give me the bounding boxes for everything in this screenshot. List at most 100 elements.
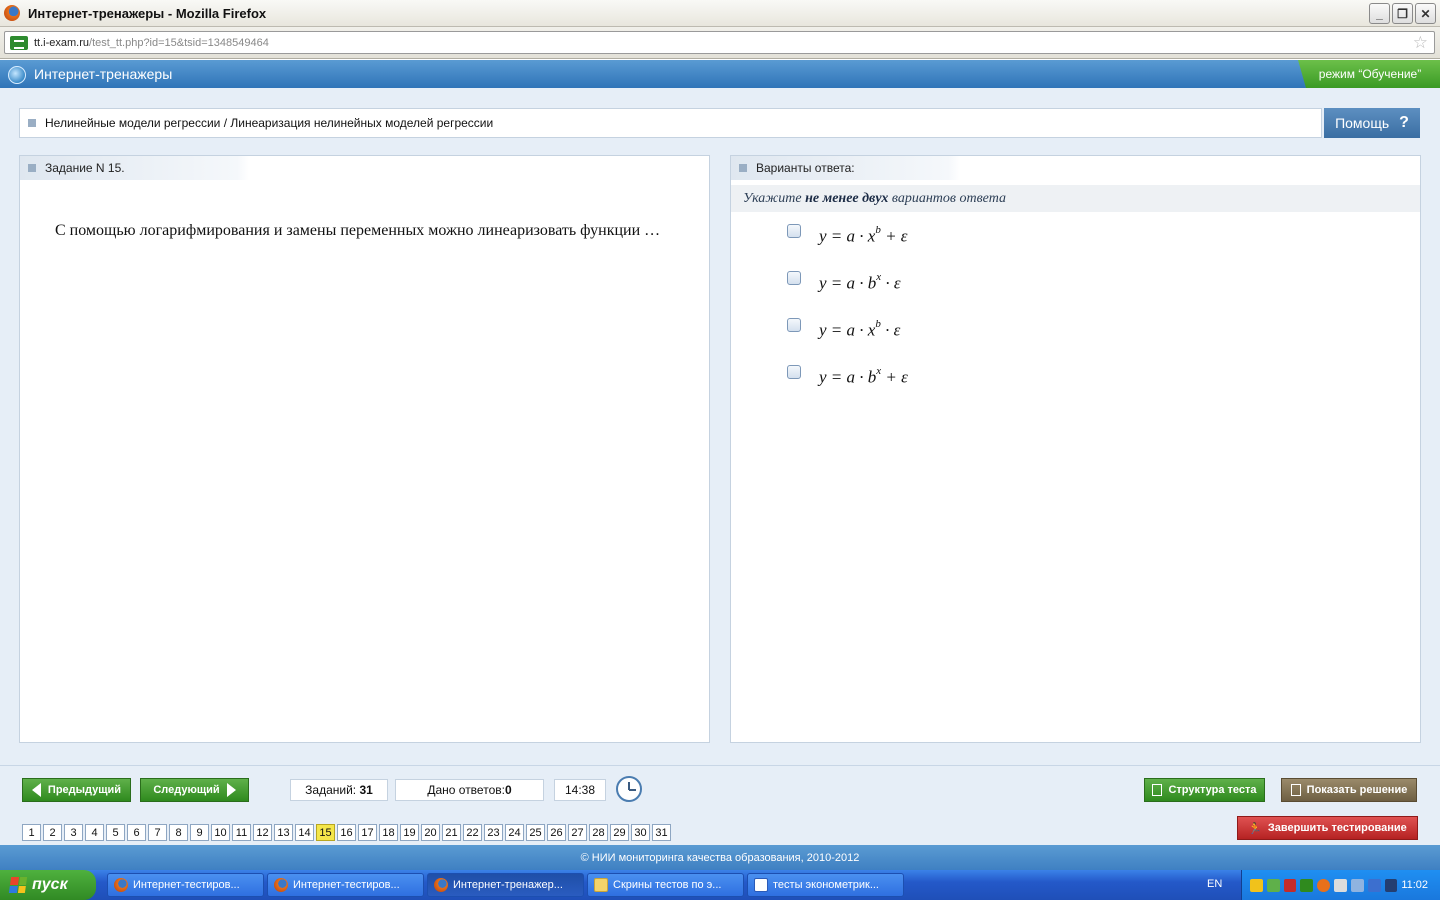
bullet-square-icon (28, 164, 36, 172)
page-button[interactable]: 18 (379, 824, 398, 841)
task-panel-header: Задание N 15. (20, 156, 415, 180)
clock-icon (616, 776, 642, 802)
page-button[interactable]: 5 (106, 824, 125, 841)
page-button[interactable]: 4 (85, 824, 104, 841)
window-titlebar: Интернет-тренажеры - Mozilla Firefox _ ❐… (0, 0, 1440, 27)
page-button[interactable]: 20 (421, 824, 440, 841)
previous-button[interactable]: Предыдущий (22, 778, 131, 802)
bullet-square-icon (739, 164, 747, 172)
page-button[interactable]: 24 (505, 824, 524, 841)
topic-text: Нелинейные модели регрессии / Линеаризац… (45, 116, 494, 130)
tray-network-icon[interactable] (1266, 878, 1280, 892)
answer-formula: y = a · xb · ε (819, 318, 901, 340)
answer-option[interactable]: y = a · bx · ε (787, 271, 901, 294)
answers-header: Варианты ответа: (756, 161, 855, 175)
window-controls: _ ❐ ✕ (1369, 3, 1436, 24)
maximize-button[interactable]: ❐ (1392, 3, 1413, 24)
page-button[interactable]: 9 (190, 824, 209, 841)
tray-volume-icon[interactable] (1334, 878, 1347, 892)
page-button[interactable]: 25 (526, 824, 545, 841)
bookmark-star-icon[interactable]: ☆ (1413, 33, 1428, 53)
page-button[interactable]: 14 (295, 824, 314, 841)
globe-logo-icon (8, 66, 26, 84)
page-button[interactable]: 1 (22, 824, 41, 841)
show-solution-button[interactable]: Показать решение (1281, 778, 1417, 802)
page-button[interactable]: 7 (148, 824, 167, 841)
test-structure-button[interactable]: Структура теста (1144, 778, 1265, 802)
page-button[interactable]: 2 (43, 824, 62, 841)
windows-logo-icon (8, 877, 28, 893)
folder-icon (594, 878, 608, 892)
page-button[interactable]: 29 (610, 824, 629, 841)
page-button[interactable]: 23 (484, 824, 503, 841)
firefox-icon (434, 878, 448, 892)
page-button[interactable]: 30 (631, 824, 650, 841)
page-button[interactable]: 8 (169, 824, 188, 841)
footer-copyright: © НИИ мониторинга качества образования, … (0, 845, 1440, 870)
answer-formula: y = a · bx + ε (819, 365, 908, 387)
answer-formula: y = a · bx · ε (819, 271, 901, 293)
answer-checkbox[interactable] (787, 365, 801, 380)
page-button[interactable]: 17 (358, 824, 377, 841)
minimize-button[interactable]: _ (1369, 3, 1390, 24)
word-icon (754, 878, 768, 892)
tray-display-icon[interactable] (1384, 878, 1398, 892)
url-text[interactable]: tt.i-exam.ru/test_tt.php?id=15&tsid=1348… (34, 37, 269, 49)
task-number: Задание N 15. (45, 161, 125, 175)
page-button[interactable]: 6 (127, 824, 146, 841)
topic-breadcrumb: Нелинейные модели регрессии / Линеаризац… (19, 108, 1322, 138)
answer-option[interactable]: y = a · xb · ε (787, 318, 901, 341)
page-button[interactable]: 13 (274, 824, 293, 841)
page-button[interactable]: 11 (232, 824, 251, 841)
page-button[interactable]: 26 (547, 824, 566, 841)
tray-green-icon[interactable] (1300, 878, 1314, 892)
question-pager: 1 2 3 4 5 6 7 8 9 10 11 12 13 14 15 16 1… (22, 824, 671, 841)
answer-checkbox[interactable] (787, 271, 801, 286)
close-window-button[interactable]: ✕ (1415, 3, 1436, 24)
start-button[interactable]: пуск (0, 870, 96, 900)
firefox-icon (274, 878, 288, 892)
page-button[interactable]: 16 (337, 824, 356, 841)
taskbar-item[interactable]: Интернет-тестиров... (267, 873, 424, 897)
site-favicon-icon (10, 35, 28, 50)
page-button[interactable]: 22 (463, 824, 482, 841)
app-header: Интернет-тренажеры режим “Обучение” (0, 60, 1440, 88)
main-content: Нелинейные модели регрессии / Линеаризац… (0, 88, 1440, 765)
page-button-current[interactable]: 15 (316, 824, 335, 841)
language-indicator[interactable]: EN (1207, 878, 1222, 890)
answer-option[interactable]: y = a · xb + ε (787, 224, 908, 247)
answer-option[interactable]: y = a · bx + ε (787, 365, 908, 388)
taskbar-item[interactable]: тесты эконометрик... (747, 873, 904, 897)
finish-test-button[interactable]: 🏃 Завершить тестирование (1237, 816, 1418, 840)
tray-app-icon[interactable] (1250, 878, 1263, 892)
question-mark-icon: ? (1399, 114, 1409, 131)
page-button[interactable]: 12 (253, 824, 272, 841)
answer-checkbox[interactable] (787, 224, 801, 239)
page-button[interactable]: 19 (400, 824, 419, 841)
help-button[interactable]: Помощь ? (1324, 108, 1420, 138)
page-button[interactable]: 31 (652, 824, 671, 841)
page-button[interactable]: 21 (442, 824, 461, 841)
tray-settings-icon[interactable] (1367, 878, 1381, 892)
tray-opera-icon[interactable] (1317, 878, 1331, 892)
answer-formula: y = a · xb + ε (819, 224, 908, 246)
firefox-icon (114, 878, 128, 892)
next-button[interactable]: Следующий (140, 778, 249, 802)
address-bar[interactable]: tt.i-exam.ru/test_tt.php?id=15&tsid=1348… (4, 31, 1435, 54)
taskbar-item-active[interactable]: Интернет-тренажер... (427, 873, 584, 897)
taskbar-item[interactable]: Скрины тестов по э... (587, 873, 744, 897)
taskbar-item[interactable]: Интернет-тестиров... (107, 873, 264, 897)
tasks-count: Заданий: 31 (290, 779, 388, 801)
page-button[interactable]: 10 (211, 824, 230, 841)
tray-pdf-icon[interactable] (1283, 878, 1297, 892)
system-tray: 11:02 (1241, 870, 1440, 900)
answer-instruction: Укажите не менее двух вариантов ответа (731, 185, 1420, 212)
browser-navbar: tt.i-exam.ru/test_tt.php?id=15&tsid=1348… (0, 27, 1440, 59)
page-button[interactable]: 27 (568, 824, 587, 841)
page-button[interactable]: 28 (589, 824, 608, 841)
page-button[interactable]: 3 (64, 824, 83, 841)
answer-checkbox[interactable] (787, 318, 801, 333)
answers-given-count: Дано ответов: 0 (395, 779, 544, 801)
arrow-left-icon (31, 783, 41, 797)
tray-monitor-icon[interactable] (1350, 878, 1364, 892)
